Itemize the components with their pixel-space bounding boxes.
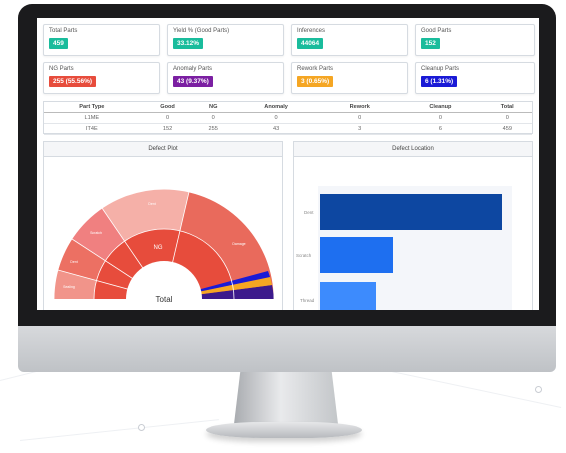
background-dot <box>138 424 145 431</box>
sunburst-outer-label: Dent <box>148 202 155 206</box>
table-cell: 0 <box>482 112 532 124</box>
anomaly-parts-card[interactable]: Anomaly Parts 43 (9.37%) <box>167 62 284 94</box>
bar-axis-label: Thread <box>300 298 315 303</box>
part-type-summary-table: Part Type Good NG Anomaly Rework Cleanup… <box>43 101 533 135</box>
ng-parts-card[interactable]: NG Parts 255 (55.56%) <box>43 62 160 94</box>
column-header[interactable]: Cleanup <box>398 102 483 113</box>
background-dot <box>535 386 542 393</box>
defect-sunburst-chart[interactable]: Total NG Dent Scratch Dent Damage Sealin… <box>44 157 283 310</box>
inferences-card[interactable]: Inferences 44064 <box>291 24 408 56</box>
dashboard-screen: Total Parts 459 Yield % (Good Parts) 33.… <box>37 18 539 310</box>
defect-location-panel: Defect Location Dent Scratch Thread <box>293 141 533 310</box>
yield-card[interactable]: Yield % (Good Parts) 33.12% <box>167 24 284 56</box>
sunburst-center-label: Total <box>156 295 173 304</box>
total-parts-badge: 459 <box>49 38 68 49</box>
column-header[interactable]: Total <box>482 102 532 113</box>
column-header[interactable]: Part Type <box>44 102 140 113</box>
defect-location-bar[interactable] <box>320 282 376 310</box>
sunburst-outer-label: Dent <box>70 260 77 264</box>
defect-plot-panel: Defect Plot Total NG Dent Scratch Dent D… <box>43 141 283 310</box>
column-header[interactable]: Anomaly <box>231 102 322 113</box>
table-cell: 3 <box>321 123 399 135</box>
good-parts-badge: 152 <box>421 38 440 49</box>
background-line <box>19 419 219 441</box>
defect-location-title: Defect Location <box>294 142 532 157</box>
card-label: Yield % (Good Parts) <box>173 28 230 34</box>
anomaly-parts-badge: 43 (9.37%) <box>173 76 213 87</box>
column-header[interactable]: Good <box>139 102 196 113</box>
table-cell: 6 <box>398 123 483 135</box>
table-header-row: Part Type Good NG Anomaly Rework Cleanup… <box>44 102 532 113</box>
column-header[interactable]: NG <box>195 102 232 113</box>
table-row[interactable]: L1ME 0 0 0 0 0 0 <box>44 112 532 124</box>
yield-badge: 33.12% <box>173 38 204 49</box>
card-label: Inferences <box>297 28 326 34</box>
card-label: NG Parts <box>49 66 74 72</box>
sunburst-outer-label: Sealing <box>63 285 75 289</box>
table-cell: 0 <box>139 112 196 124</box>
monitor-stand-base <box>206 422 362 438</box>
bar-axis-label: Scratch <box>296 253 312 258</box>
good-parts-card[interactable]: Good Parts 152 <box>415 24 535 56</box>
monitor-stand-neck <box>234 372 338 424</box>
rework-parts-badge: 3 (0.65%) <box>297 76 334 87</box>
table-cell: 255 <box>195 123 232 135</box>
defect-location-bar[interactable] <box>320 194 502 230</box>
bar-axis-label: Dent <box>304 210 314 215</box>
defect-location-bar[interactable] <box>320 237 393 273</box>
card-label: Good Parts <box>421 28 452 34</box>
monitor-chin <box>18 326 556 372</box>
rework-parts-card[interactable]: Rework Parts 3 (0.65%) <box>291 62 408 94</box>
table-cell: 43 <box>231 123 322 135</box>
table-cell: 459 <box>482 123 532 135</box>
total-parts-card[interactable]: Total Parts 459 <box>43 24 160 56</box>
table-cell: L1ME <box>44 112 140 124</box>
column-header[interactable]: Rework <box>321 102 399 113</box>
ng-parts-badge: 255 (55.56%) <box>49 76 97 87</box>
table-cell: 152 <box>139 123 196 135</box>
table-row[interactable]: IT4E 152 255 43 3 6 459 <box>44 123 532 135</box>
card-label: Total Parts <box>49 28 78 34</box>
inferences-badge: 44064 <box>297 38 324 49</box>
sunburst-outer-label: Damage <box>232 242 245 246</box>
card-label: Cleanup Parts <box>421 66 460 72</box>
defect-plot-title: Defect Plot <box>44 142 282 157</box>
table-cell: 0 <box>321 112 399 124</box>
card-label: Anomaly Parts <box>173 66 213 72</box>
sunburst-inner-label: NG <box>154 245 163 251</box>
cleanup-parts-badge: 6 (1.31%) <box>421 76 458 87</box>
table-cell: 0 <box>195 112 232 124</box>
table-cell: 0 <box>231 112 322 124</box>
table-cell: IT4E <box>44 123 140 135</box>
cleanup-parts-card[interactable]: Cleanup Parts 6 (1.31%) <box>415 62 535 94</box>
card-label: Rework Parts <box>297 66 334 72</box>
table-cell: 0 <box>398 112 483 124</box>
sunburst-outer-label: Scratch <box>90 231 102 235</box>
